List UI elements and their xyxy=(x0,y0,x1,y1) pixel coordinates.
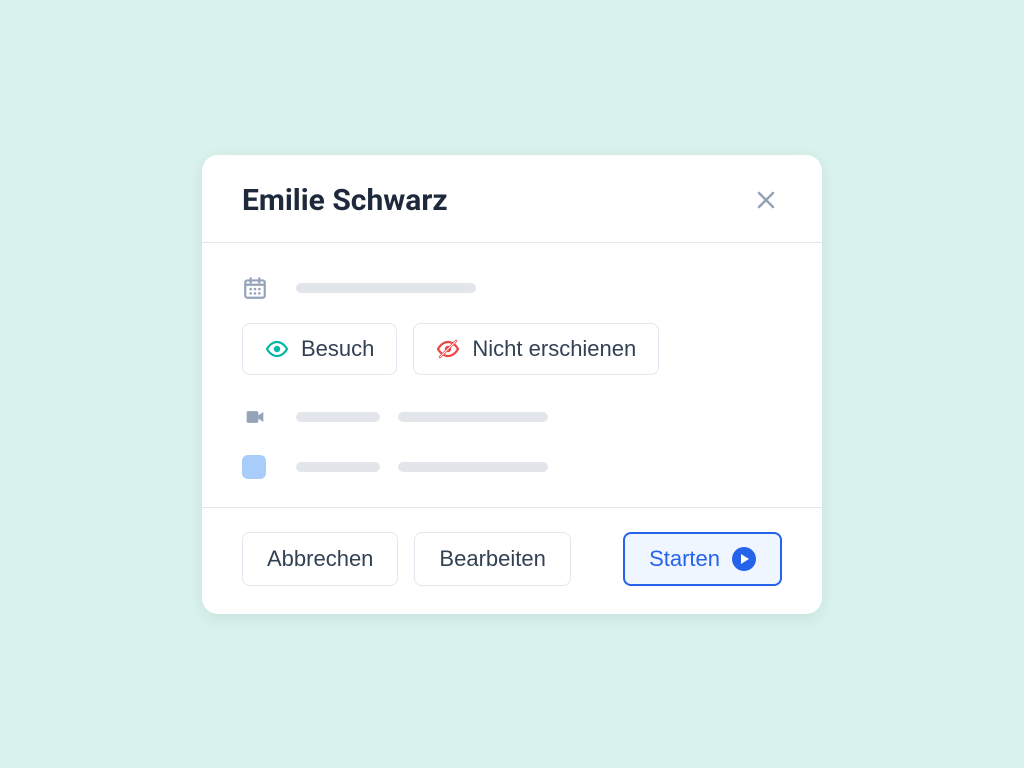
video-row xyxy=(242,407,782,427)
category-placeholder-1 xyxy=(296,462,380,472)
date-row xyxy=(242,275,782,301)
card-header: Emilie Schwarz xyxy=(202,155,822,243)
no-show-chip[interactable]: Nicht erschienen xyxy=(413,323,659,375)
video-placeholder-1 xyxy=(296,412,380,422)
status-buttons: Besuch Nicht erschienen xyxy=(242,323,782,375)
start-label: Starten xyxy=(649,546,720,572)
close-icon xyxy=(754,188,778,212)
footer-spacer xyxy=(587,532,607,586)
eye-off-icon xyxy=(436,337,460,361)
date-placeholder xyxy=(296,283,476,293)
swatch-icon xyxy=(242,455,266,479)
no-show-label: Nicht erschienen xyxy=(472,336,636,362)
appointment-card: Emilie Schwarz xyxy=(202,155,822,614)
category-placeholder-2 xyxy=(398,462,548,472)
edit-button[interactable]: Bearbeiten xyxy=(414,532,570,586)
close-button[interactable] xyxy=(750,184,782,216)
calendar-icon xyxy=(242,275,270,301)
patient-name: Emilie Schwarz xyxy=(242,183,448,218)
video-icon xyxy=(242,407,270,427)
cancel-button[interactable]: Abbrechen xyxy=(242,532,398,586)
color-swatch xyxy=(242,455,270,479)
visit-chip[interactable]: Besuch xyxy=(242,323,397,375)
card-body: Besuch Nicht erschienen xyxy=(202,243,822,507)
visit-label: Besuch xyxy=(301,336,374,362)
card-footer: Abbrechen Bearbeiten Starten xyxy=(202,507,822,614)
start-button[interactable]: Starten xyxy=(623,532,782,586)
category-row xyxy=(242,455,782,479)
edit-label: Bearbeiten xyxy=(439,546,545,572)
video-placeholder-2 xyxy=(398,412,548,422)
play-icon xyxy=(732,547,756,571)
cancel-label: Abbrechen xyxy=(267,546,373,572)
eye-icon xyxy=(265,337,289,361)
